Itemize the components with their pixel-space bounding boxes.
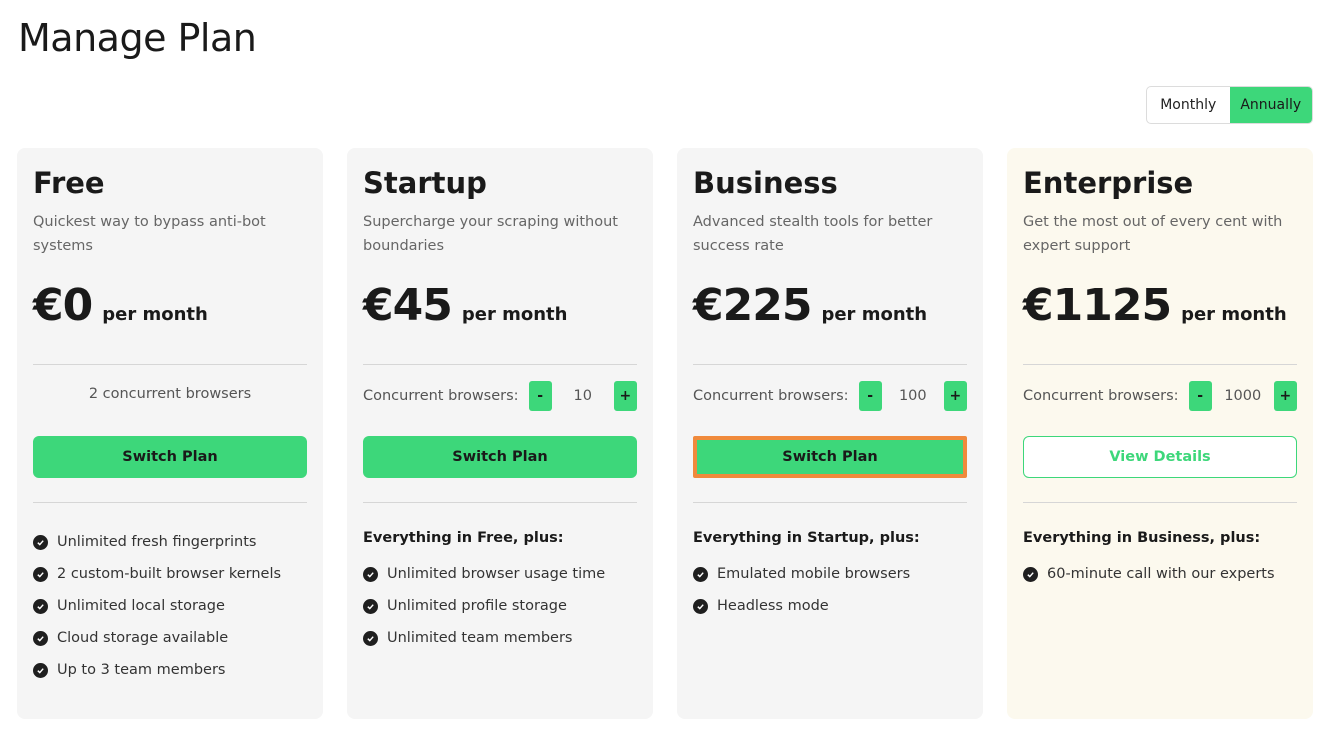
feature-item: Unlimited team members bbox=[363, 622, 605, 654]
concurrent-browsers-stepper: Concurrent browsers: - 10 + bbox=[363, 381, 637, 411]
check-circle-icon bbox=[33, 598, 48, 614]
check-circle-icon bbox=[693, 566, 708, 582]
price-period: per month bbox=[821, 304, 928, 325]
price-row: €0 per month bbox=[33, 280, 208, 331]
decrement-button[interactable]: - bbox=[858, 381, 882, 411]
feature-text: Unlimited browser usage time bbox=[387, 566, 606, 582]
view-details-button[interactable]: View Details bbox=[1023, 436, 1297, 478]
stepper-label: Concurrent browsers: bbox=[363, 388, 519, 404]
divider bbox=[693, 364, 967, 365]
feature-text: Up to 3 team members bbox=[57, 662, 226, 678]
check-circle-icon bbox=[33, 566, 48, 582]
stepper-label: Concurrent browsers: bbox=[693, 388, 849, 404]
divider bbox=[363, 364, 637, 365]
switch-plan-button[interactable]: Switch Plan bbox=[693, 436, 967, 478]
plan-name: Enterprise bbox=[1023, 166, 1194, 200]
stepper-value[interactable]: 10 bbox=[552, 388, 614, 404]
feature-item: Headless mode bbox=[693, 590, 920, 622]
feature-item: 2 custom-built browser kernels bbox=[33, 558, 281, 590]
check-circle-icon bbox=[363, 630, 378, 646]
divider bbox=[1023, 364, 1297, 365]
divider bbox=[1023, 502, 1297, 503]
plan-card-startup: Startup Supercharge your scraping withou… bbox=[347, 148, 653, 719]
check-circle-icon bbox=[363, 598, 378, 614]
plan-price: €225 bbox=[693, 280, 812, 331]
plan-description: Quickest way to bypass anti-bot systems bbox=[33, 214, 266, 254]
features-heading: Everything in Free, plus: bbox=[363, 530, 564, 546]
decrement-button[interactable]: - bbox=[528, 381, 552, 411]
features-heading: Everything in Startup, plus: bbox=[693, 530, 920, 546]
feature-text: Unlimited team members bbox=[387, 630, 573, 646]
stepper-value[interactable]: 1000 bbox=[1212, 388, 1274, 404]
billing-annually-option[interactable]: Annually bbox=[1229, 87, 1312, 123]
divider bbox=[33, 364, 307, 365]
switch-plan-button[interactable]: Switch Plan bbox=[363, 436, 637, 478]
billing-monthly-option[interactable]: Monthly bbox=[1147, 87, 1230, 123]
increment-button[interactable]: + bbox=[613, 381, 637, 411]
switch-plan-button[interactable]: Switch Plan bbox=[33, 436, 307, 478]
feature-text: 2 custom-built browser kernels bbox=[57, 566, 282, 582]
price-row: €45 per month bbox=[363, 280, 567, 331]
page-title: Manage Plan bbox=[18, 16, 257, 60]
increment-button[interactable]: + bbox=[943, 381, 967, 411]
feature-item: Unlimited browser usage time bbox=[363, 558, 605, 590]
concurrent-browsers-stepper: Concurrent browsers: - 1000 + bbox=[1023, 381, 1297, 411]
features-heading: Everything in Business, plus: bbox=[1023, 530, 1261, 546]
feature-text: Unlimited local storage bbox=[57, 598, 225, 614]
plan-price: €0 bbox=[33, 280, 93, 331]
plan-description: Supercharge your scraping without bounda… bbox=[363, 214, 618, 254]
divider bbox=[363, 502, 637, 503]
feature-list: Everything in Free, plus: Unlimited brow… bbox=[363, 526, 605, 654]
feature-text: 60-minute call with our experts bbox=[1047, 566, 1275, 582]
plan-name: Free bbox=[33, 166, 105, 200]
feature-item: Unlimited fresh fingerprints bbox=[33, 526, 281, 558]
feature-text: Cloud storage available bbox=[57, 630, 229, 646]
feature-item: Up to 3 team members bbox=[33, 654, 281, 686]
decrement-button[interactable]: - bbox=[1188, 381, 1212, 411]
feature-item: Emulated mobile browsers bbox=[693, 558, 920, 590]
feature-list: Unlimited fresh fingerprints 2 custom-bu… bbox=[33, 526, 281, 686]
plan-description: Advanced stealth tools for better succes… bbox=[693, 214, 933, 254]
feature-item: Unlimited profile storage bbox=[363, 590, 605, 622]
price-period: per month bbox=[461, 304, 568, 325]
plan-price: €45 bbox=[363, 280, 453, 331]
plan-price: €1125 bbox=[1023, 280, 1172, 331]
stepper-label: Concurrent browsers: bbox=[1023, 388, 1179, 404]
check-circle-icon bbox=[693, 598, 708, 614]
check-circle-icon bbox=[33, 534, 48, 550]
feature-text: Unlimited profile storage bbox=[387, 598, 567, 614]
concurrent-browsers-text: 2 concurrent browsers bbox=[88, 386, 252, 402]
check-circle-icon bbox=[33, 630, 48, 646]
increment-button[interactable]: + bbox=[1273, 381, 1297, 411]
divider bbox=[693, 502, 967, 503]
price-row: €1125 per month bbox=[1023, 280, 1287, 331]
check-circle-icon bbox=[33, 662, 48, 678]
check-circle-icon bbox=[363, 566, 378, 582]
feature-list: Everything in Startup, plus: Emulated mo… bbox=[693, 526, 920, 622]
feature-item: Cloud storage available bbox=[33, 622, 281, 654]
feature-text: Unlimited fresh fingerprints bbox=[57, 534, 257, 550]
feature-text: Emulated mobile browsers bbox=[717, 566, 911, 582]
feature-item: 60-minute call with our experts bbox=[1023, 558, 1275, 590]
check-circle-icon bbox=[1023, 566, 1038, 582]
concurrent-browsers-stepper: Concurrent browsers: - 100 + bbox=[693, 381, 967, 411]
divider bbox=[33, 502, 307, 503]
feature-text: Headless mode bbox=[717, 598, 829, 614]
plan-card-free: Free Quickest way to bypass anti-bot sys… bbox=[17, 148, 323, 719]
price-period: per month bbox=[102, 304, 208, 325]
plan-name: Business bbox=[693, 166, 838, 200]
stepper-value[interactable]: 100 bbox=[882, 388, 944, 404]
feature-list: Everything in Business, plus: 60-minute … bbox=[1023, 526, 1275, 590]
plan-description: Get the most out of every cent with expe… bbox=[1023, 214, 1283, 254]
plan-card-business: Business Advanced stealth tools for bett… bbox=[677, 148, 983, 719]
plan-card-enterprise: Enterprise Get the most out of every cen… bbox=[1007, 148, 1313, 719]
feature-item: Unlimited local storage bbox=[33, 590, 281, 622]
billing-period-toggle: Monthly Annually bbox=[1146, 86, 1313, 124]
price-row: €225 per month bbox=[693, 280, 927, 331]
price-period: per month bbox=[1181, 304, 1287, 325]
plan-name: Startup bbox=[363, 166, 487, 200]
